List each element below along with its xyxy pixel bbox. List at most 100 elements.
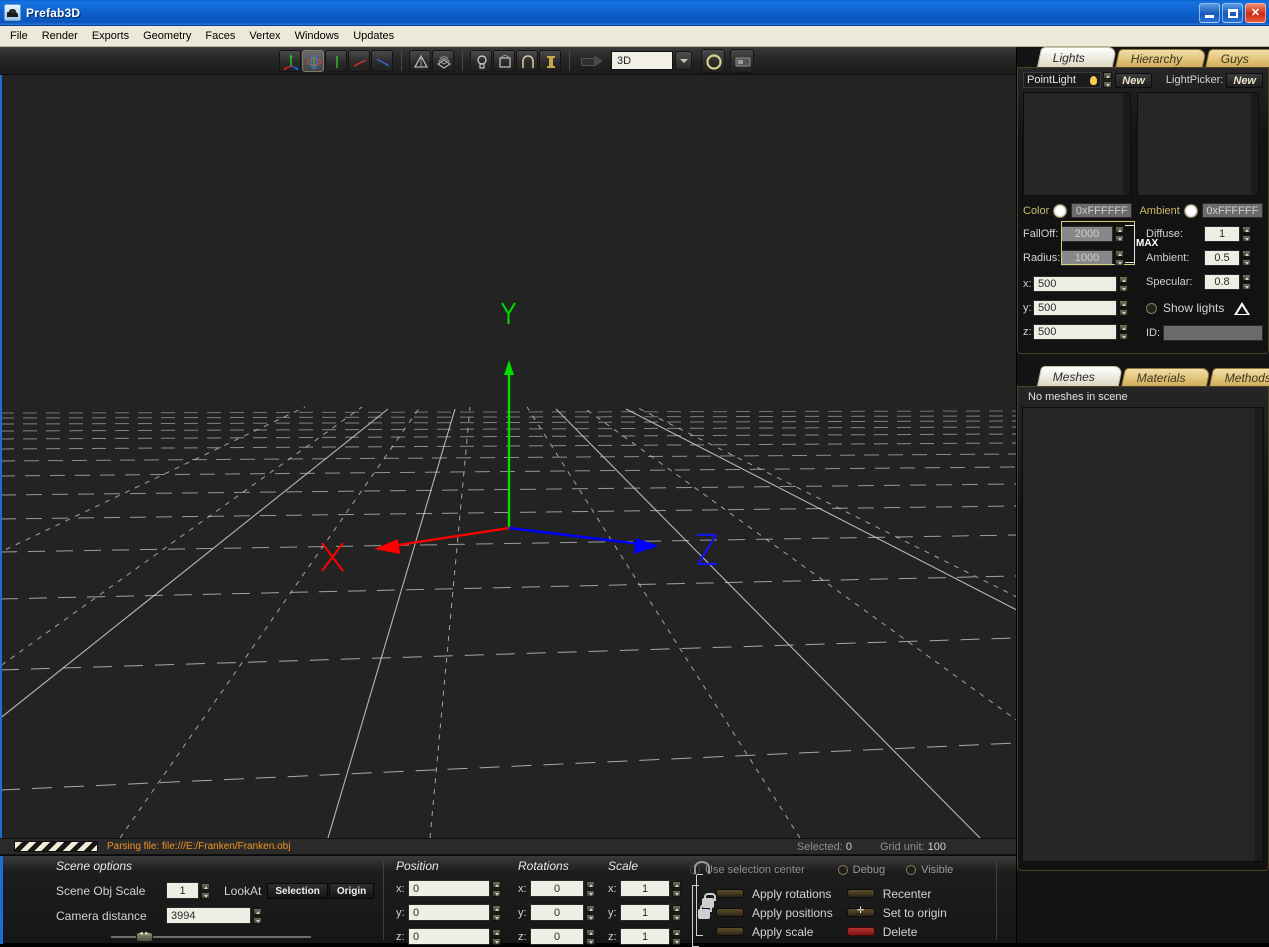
axis-all-view-button[interactable] [279, 50, 301, 72]
radius-stepper[interactable] [1115, 250, 1124, 266]
light-z-stepper[interactable] [1119, 324, 1128, 340]
axis-z-view-button[interactable] [371, 50, 393, 72]
ring-light-toggle-button[interactable] [701, 49, 725, 73]
projection-select[interactable]: 3D [611, 51, 673, 70]
viewport-3d[interactable] [0, 75, 1016, 838]
tab-lights[interactable]: Lights [1037, 47, 1117, 67]
position-x-field[interactable]: 0 [408, 880, 490, 897]
meshes-list-scrollbar[interactable] [1255, 408, 1263, 861]
scale-x-field[interactable]: 1 [620, 880, 670, 897]
camera-distance-field[interactable]: 3994 [166, 907, 251, 924]
falloff-field[interactable]: 2000 [1061, 226, 1113, 242]
light-x-stepper[interactable] [1119, 276, 1128, 292]
apply-scale-button[interactable] [716, 927, 744, 936]
camera-distance-slider[interactable] [111, 932, 311, 942]
delete-button[interactable] [847, 927, 875, 936]
apply-scale-row[interactable]: Apply scale [716, 922, 833, 941]
apply-positions-row[interactable]: Apply positions [716, 903, 833, 922]
rotation-y-field[interactable]: 0 [530, 904, 584, 921]
delete-row[interactable]: Delete [847, 922, 947, 941]
tab-meshes[interactable]: Meshes [1037, 366, 1123, 386]
light-x-field[interactable]: 500 [1033, 276, 1117, 292]
scale-x-stepper[interactable] [672, 881, 681, 897]
camera-distance-stepper[interactable] [253, 908, 262, 924]
pyramid-tool-button[interactable] [409, 50, 431, 72]
menu-item-geometry[interactable]: Geometry [136, 28, 198, 44]
ambient-stepper[interactable] [1242, 250, 1251, 266]
rotation-y-stepper[interactable] [586, 905, 595, 921]
lights-list[interactable] [1023, 92, 1131, 196]
minimize-button[interactable] [1199, 3, 1220, 23]
light-pickers-list-scrollbar[interactable] [1251, 93, 1258, 195]
menu-item-file[interactable]: File [3, 28, 35, 44]
position-y-stepper[interactable] [492, 905, 501, 921]
menu-item-vertex[interactable]: Vertex [242, 28, 287, 44]
set-to-origin-button[interactable] [847, 908, 875, 917]
light-type-select[interactable]: PointLight [1023, 72, 1101, 88]
scale-z-field[interactable]: 1 [620, 928, 670, 945]
light-type-stepper[interactable] [1103, 72, 1112, 88]
rotation-x-stepper[interactable] [586, 881, 595, 897]
menu-item-faces[interactable]: Faces [198, 28, 242, 44]
scale-z-stepper[interactable] [672, 929, 681, 945]
cube-tool-button[interactable] [493, 50, 515, 72]
specular-field[interactable]: 0.8 [1204, 274, 1240, 290]
diffuse-field[interactable]: 1 [1204, 226, 1240, 242]
tab-materials[interactable]: Materials [1121, 368, 1211, 386]
scene-obj-scale-field[interactable]: 1 [166, 882, 199, 899]
ambient-color-hex-field[interactable]: 0xFFFFFF [1202, 203, 1263, 218]
lookat-origin-button[interactable]: Origin [329, 883, 374, 899]
menu-item-windows[interactable]: Windows [288, 28, 347, 44]
new-light-picker-button[interactable]: New [1226, 73, 1263, 88]
recenter-row[interactable]: Recenter [847, 884, 947, 903]
debug-radio[interactable] [838, 865, 848, 875]
tab-methods[interactable]: Methods [1209, 368, 1269, 386]
recenter-button[interactable] [847, 889, 875, 898]
new-light-button[interactable]: New [1115, 73, 1152, 88]
light-id-field[interactable] [1163, 325, 1263, 341]
ambient-color-swatch[interactable] [1184, 204, 1198, 218]
scene-obj-scale-stepper[interactable] [201, 883, 210, 899]
apply-lock-group[interactable] [692, 885, 706, 947]
axis-y-view-button[interactable] [325, 50, 347, 72]
plane-grid-tool-button[interactable] [432, 50, 454, 72]
menu-item-render[interactable]: Render [35, 28, 85, 44]
maximize-button[interactable] [1222, 3, 1243, 23]
position-z-stepper[interactable] [492, 929, 501, 945]
set-to-origin-row[interactable]: Set to origin [847, 903, 947, 922]
apply-positions-button[interactable] [716, 908, 744, 917]
light-y-field[interactable]: 500 [1033, 300, 1117, 316]
scale-y-field[interactable]: 1 [620, 904, 670, 921]
position-z-field[interactable]: 0 [408, 928, 490, 945]
menu-item-exports[interactable]: Exports [85, 28, 136, 44]
tab-hierarchy[interactable]: Hierarchy [1115, 49, 1207, 67]
visible-radio[interactable] [906, 865, 916, 875]
chevron-down-icon[interactable] [675, 51, 692, 70]
radius-field[interactable]: 1000 [1061, 250, 1113, 266]
render-toggle-button[interactable] [730, 49, 754, 73]
lookat-selection-button[interactable]: Selection [267, 883, 327, 899]
color-swatch[interactable] [1053, 204, 1067, 218]
rotation-z-stepper[interactable] [586, 929, 595, 945]
ambient-field[interactable]: 0.5 [1204, 250, 1240, 266]
light-gizmo-icon[interactable] [1234, 302, 1250, 315]
apply-lock-icon[interactable] [698, 909, 710, 919]
menu-item-updates[interactable]: Updates [346, 28, 401, 44]
axis-x-view-button[interactable] [348, 50, 370, 72]
specular-stepper[interactable] [1242, 274, 1251, 290]
rotation-x-field[interactable]: 0 [530, 880, 584, 897]
lights-list-scrollbar[interactable] [1123, 93, 1130, 195]
arch-tool-button[interactable] [516, 50, 538, 72]
color-hex-field[interactable]: 0xFFFFFF [1071, 203, 1132, 218]
light-z-field[interactable]: 500 [1033, 324, 1117, 340]
position-x-stepper[interactable] [492, 881, 501, 897]
rotation-z-field[interactable]: 0 [530, 928, 584, 945]
apply-rotations-row[interactable]: Apply rotations [716, 884, 833, 903]
apply-rotations-button[interactable] [716, 889, 744, 898]
falloff-stepper[interactable] [1115, 226, 1124, 242]
diffuse-stepper[interactable] [1242, 226, 1251, 242]
slider-knob[interactable] [136, 932, 153, 942]
light-y-stepper[interactable] [1119, 300, 1128, 316]
light-pickers-list[interactable] [1137, 92, 1259, 196]
show-lights-radio[interactable] [1146, 303, 1157, 314]
